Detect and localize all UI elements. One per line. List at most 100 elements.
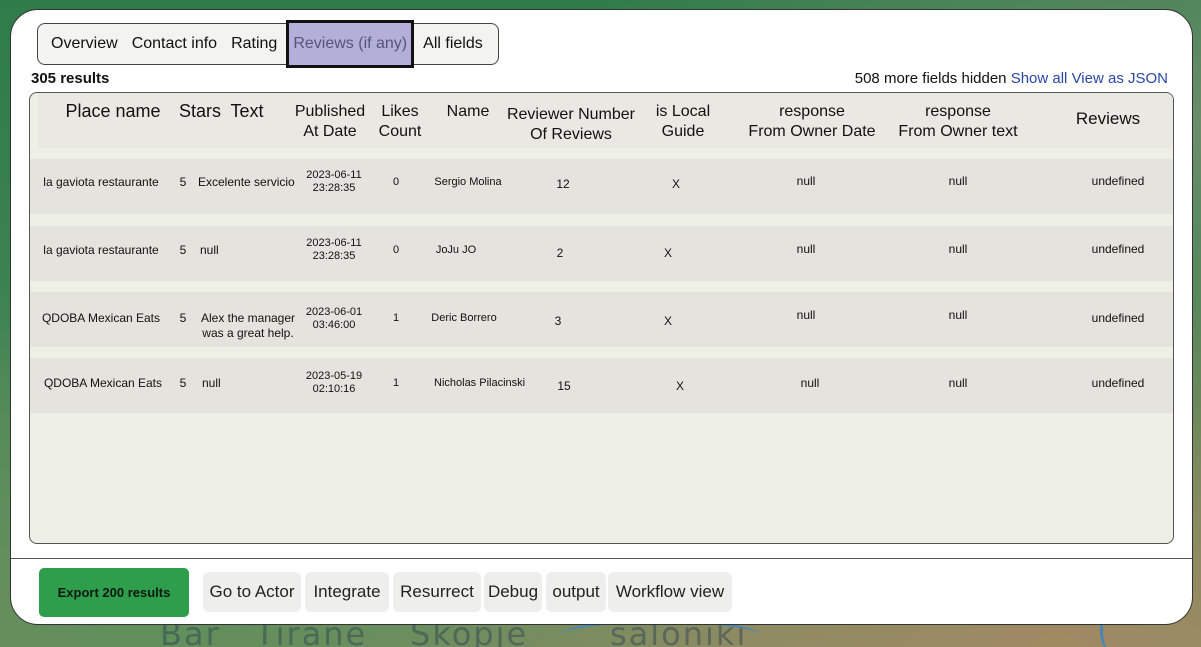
cell-time: 23:28:35 — [312, 182, 356, 194]
table-row[interactable]: QDOBA Mexican Eats 5 null 2023-05-19 02:… — [30, 358, 1173, 413]
cell-response-date: null — [800, 376, 820, 390]
header-likes[interactable]: Likes Count — [374, 102, 426, 142]
cell-text-line1: Alex the manager — [200, 311, 296, 325]
header-local-line1: is Local — [655, 103, 711, 120]
cell-reviews: undefined — [1091, 174, 1145, 188]
dataset-panel: Overview Contact info Rating Reviews (if… — [10, 9, 1193, 625]
cell-response-text: null — [948, 376, 968, 390]
header-response-date[interactable]: response From Owner Date — [744, 102, 880, 142]
debug-button[interactable]: Debug — [484, 572, 542, 612]
cell-reviewer-count: 2 — [556, 246, 564, 260]
cell-text-line1: null — [200, 243, 219, 257]
table-row[interactable]: QDOBA Mexican Eats 5 Alex the manager wa… — [30, 292, 1173, 347]
header-reviewer-number[interactable]: Reviewer Number Of Reviews — [504, 105, 638, 145]
header-place-name[interactable]: Place name — [48, 101, 178, 121]
header-resp-date-line1: response — [779, 103, 845, 120]
header-reviewer-line1: Reviewer Number — [506, 106, 636, 123]
header-resp-text-line1: response — [925, 103, 991, 120]
footer-divider — [11, 558, 1192, 559]
cell-name: Deric Borrero — [431, 312, 497, 324]
cell-response-date: null — [796, 308, 816, 322]
cell-date: 2023-06-11 — [306, 237, 362, 249]
table-header: Place name Stars Text Published At Date … — [38, 93, 1173, 148]
cell-text: null — [202, 376, 302, 390]
cell-time: 02:10:16 — [312, 383, 356, 395]
cell-reviews: undefined — [1091, 242, 1145, 256]
header-local-guide[interactable]: is Local Guide — [648, 102, 718, 142]
header-likes-line1: Likes — [381, 103, 419, 120]
tab-rating[interactable]: Rating — [224, 35, 284, 53]
cell-reviewer-count: 15 — [557, 379, 571, 393]
header-reviewer-line2: Of Reviews — [530, 126, 612, 143]
cell-response-text: null — [948, 242, 968, 256]
cell-likes: 0 — [392, 176, 400, 188]
header-published[interactable]: Published At Date — [290, 102, 370, 142]
cell-published: 2023-06-11 23:28:35 — [298, 237, 370, 263]
header-published-line1: Published — [294, 103, 366, 120]
cell-place: la gaviota restaurante — [43, 175, 159, 189]
cell-text: Excelente servicio — [198, 175, 298, 189]
header-likes-line2: Count — [378, 123, 422, 140]
hidden-fields-text: 508 more fields hidden — [854, 70, 1007, 87]
cell-stars: 5 — [179, 243, 187, 257]
cell-name: Sergio Molina — [434, 176, 502, 188]
table-row[interactable]: la gaviota restaurante 5 Excelente servi… — [30, 159, 1173, 214]
workflow-view-button[interactable]: Workflow view — [608, 572, 732, 612]
cell-place: QDOBA Mexican Eats — [43, 376, 163, 390]
resurrect-button[interactable]: Resurrect — [393, 572, 481, 612]
cell-response-date: null — [796, 174, 816, 188]
tab-all-fields[interactable]: All fields — [416, 35, 490, 53]
cell-text-line1: null — [202, 376, 221, 390]
results-table: Place name Stars Text Published At Date … — [29, 92, 1174, 544]
cell-response-text: null — [948, 174, 968, 188]
go-to-actor-button[interactable]: Go to Actor — [203, 572, 301, 612]
cell-local-guide: X — [671, 177, 680, 191]
cell-local-guide: X — [663, 246, 672, 260]
cell-place: la gaviota restaurante — [43, 243, 159, 257]
integrate-button[interactable]: Integrate — [305, 572, 389, 612]
cell-place: QDOBA Mexican Eats — [41, 311, 161, 325]
view-tabs: Overview Contact info Rating Reviews (if… — [37, 20, 499, 68]
cell-text-line2: was a great help. — [202, 326, 294, 340]
cell-date: 2023-05-19 — [305, 370, 363, 382]
cell-text-line1: Excelente servicio — [198, 175, 295, 189]
cell-date: 2023-06-11 — [306, 169, 362, 181]
hidden-fields-info: 508 more fields hidden Show all View as … — [855, 70, 1168, 87]
tab-reviews[interactable]: Reviews (if any) — [286, 20, 415, 68]
header-resp-date-line2: From Owner Date — [748, 123, 876, 140]
cell-published: 2023-06-01 03:46:00 — [298, 306, 370, 332]
cell-date: 2023-06-01 — [305, 306, 363, 318]
cell-stars: 5 — [179, 376, 187, 390]
cell-published: 2023-06-11 23:28:35 — [298, 169, 370, 195]
cell-reviews: undefined — [1091, 311, 1145, 325]
cell-response-date: null — [796, 242, 816, 256]
cell-time: 23:28:35 — [312, 250, 356, 262]
header-reviews[interactable]: Reviews — [1068, 109, 1148, 129]
cell-name: Nicholas Pilacinski — [434, 377, 526, 389]
cell-response-text: null — [948, 308, 968, 322]
cell-published: 2023-05-19 02:10:16 — [298, 370, 370, 396]
tab-overview[interactable]: Overview — [44, 35, 125, 53]
table-row[interactable]: la gaviota restaurante 5 null 2023-06-11… — [30, 226, 1173, 281]
cell-reviews: undefined — [1091, 376, 1145, 390]
tab-contact-info[interactable]: Contact info — [125, 35, 224, 53]
cell-stars: 5 — [179, 311, 187, 325]
header-text[interactable]: Text — [226, 101, 268, 121]
cell-likes: 1 — [392, 377, 400, 389]
cell-local-guide: X — [663, 314, 672, 328]
cell-name: JoJu JO — [435, 244, 477, 256]
header-response-text[interactable]: response From Owner text — [890, 102, 1026, 142]
cell-text: Alex the manager was a great help. — [196, 311, 300, 341]
cell-time: 03:46:00 — [312, 319, 356, 331]
header-name[interactable]: Name — [440, 102, 496, 122]
show-all-link[interactable]: Show all — [1011, 70, 1068, 87]
header-resp-text-line2: From Owner text — [898, 123, 1018, 140]
header-stars[interactable]: Stars — [176, 101, 224, 121]
export-results-button[interactable]: Export 200 results — [39, 568, 189, 617]
cell-reviewer-count: 3 — [554, 314, 562, 328]
cell-local-guide: X — [675, 379, 684, 393]
output-button[interactable]: output — [546, 572, 606, 612]
view-as-json-link[interactable]: View as JSON — [1072, 70, 1168, 87]
cell-likes: 1 — [392, 312, 400, 324]
cell-text: null — [200, 243, 300, 257]
